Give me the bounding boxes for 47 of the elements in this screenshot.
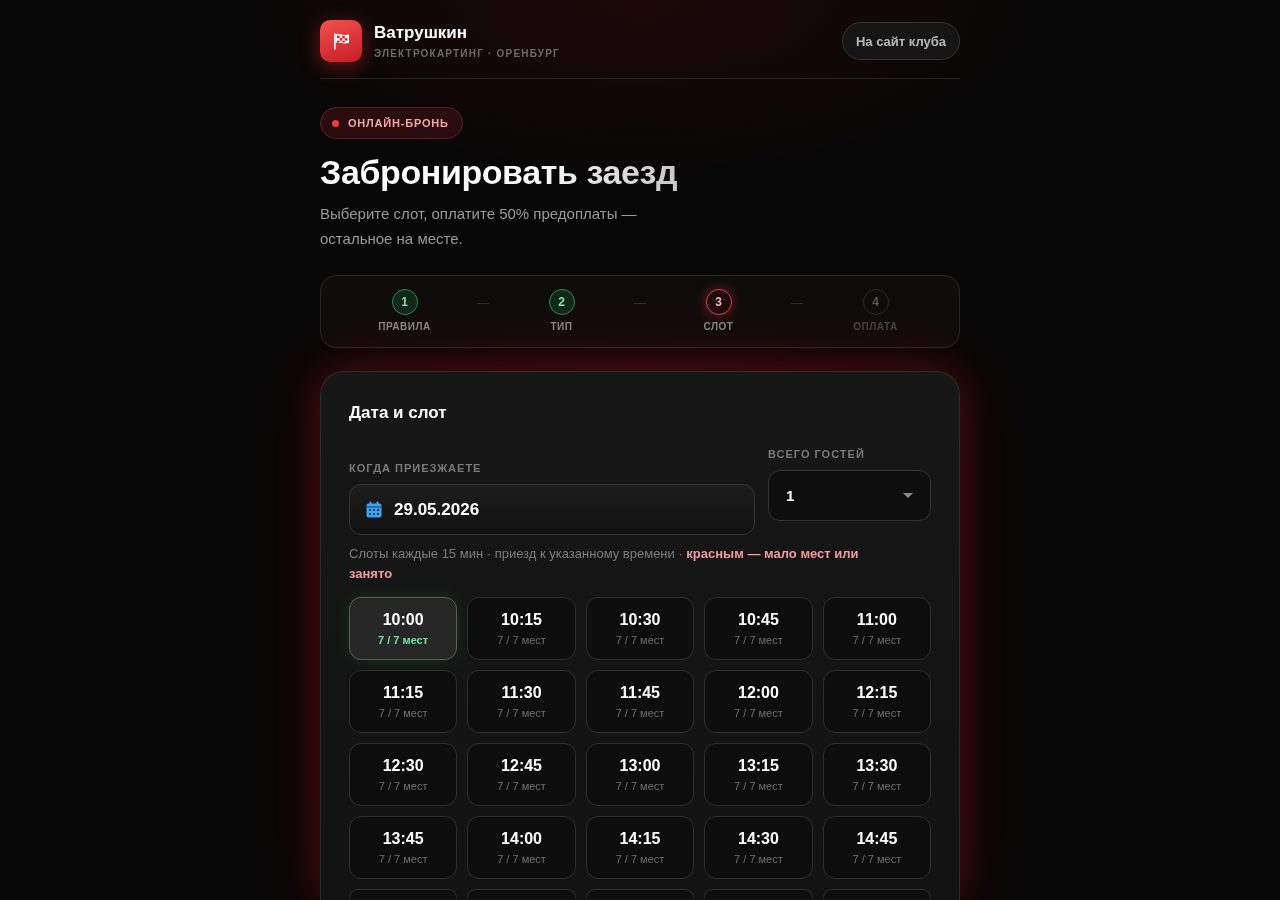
slot-button[interactable]: 13:30 7 / 7 мест bbox=[822, 743, 931, 806]
slot-button[interactable]: 13:45 7 / 7 мест bbox=[349, 816, 458, 879]
step-indicator: 2 bbox=[548, 289, 575, 315]
step-label: СЛОТ bbox=[703, 321, 734, 333]
slot-button[interactable] bbox=[467, 889, 576, 898]
field-label: КОГДА ПРИЕЗЖАЕТЕ bbox=[349, 461, 483, 475]
step-indicator: 1 bbox=[391, 289, 418, 315]
slot-button[interactable]: 10:15 7 / 7 мест bbox=[467, 597, 576, 660]
slot-button[interactable]: 11:00 7 / 7 мест bbox=[822, 597, 931, 660]
slot-button[interactable]: 10:00 7 / 7 мест bbox=[349, 597, 458, 660]
slot-button[interactable]: 12:45 7 / 7 мест bbox=[467, 743, 576, 806]
slot-button[interactable]: 10:45 7 / 7 мест bbox=[704, 597, 813, 660]
step-label: ТИП bbox=[550, 321, 573, 333]
slot-button[interactable]: 14:15 7 / 7 мест bbox=[585, 816, 695, 879]
slot-button[interactable] bbox=[822, 889, 931, 898]
guests-select[interactable]: 1 bbox=[768, 470, 931, 521]
slot-button[interactable]: 11:15 7 / 7 мест bbox=[349, 670, 458, 733]
slot-button[interactable]: 12:00 7 / 7 мест bbox=[704, 670, 813, 733]
date-field[interactable]: 29.05.2026 bbox=[349, 484, 755, 535]
card-heading: Дата и слот bbox=[349, 402, 448, 424]
slot-button[interactable]: 12:30 7 / 7 мест bbox=[349, 743, 458, 806]
badge-label: ОНЛАЙН-БРОНЬ bbox=[348, 117, 449, 129]
dot-icon bbox=[332, 119, 339, 127]
brand-name: Ватрушкин bbox=[374, 22, 469, 43]
field-label: ВСЕГО ГОСТЕЙ bbox=[768, 447, 866, 461]
slot-button[interactable]: 11:45 7 / 7 мест bbox=[585, 670, 695, 733]
slot-button[interactable]: 11:30 7 / 7 мест bbox=[467, 670, 576, 733]
flag-logo-icon bbox=[320, 20, 362, 62]
slots-hint: Слоты каждые 15 мин · приезд к указанному времени · красным — мало мест или занято bbox=[349, 545, 860, 583]
slot-button[interactable]: 10:30 7 / 7 мест bbox=[585, 597, 695, 660]
slot-button[interactable]: 14:00 7 / 7 мест bbox=[467, 816, 576, 879]
slot-button[interactable]: 13:15 7 / 7 мест bbox=[704, 743, 813, 806]
step-label: ОПЛАТА bbox=[853, 321, 898, 333]
step-indicator: 3 bbox=[705, 289, 732, 315]
caret-icon bbox=[903, 493, 913, 498]
calendar-icon bbox=[366, 501, 382, 518]
slot-button[interactable]: 12:15 7 / 7 мест bbox=[822, 670, 931, 733]
club-site-button[interactable]: На сайт клуба bbox=[841, 22, 960, 60]
slot-button[interactable]: 14:45 7 / 7 мест bbox=[822, 816, 931, 879]
step-label: ПРАВИЛА bbox=[378, 321, 431, 333]
slot-button[interactable] bbox=[349, 889, 458, 898]
slot-button[interactable]: 14:30 7 / 7 мест bbox=[704, 816, 813, 879]
page-lead: Выберите слот, оплатите 50% предоплаты — остальное на месте. bbox=[320, 204, 638, 249]
slot-button[interactable] bbox=[704, 889, 813, 898]
slot-button[interactable]: 13:00 7 / 7 мест bbox=[585, 743, 695, 806]
slot-button[interactable] bbox=[585, 889, 695, 898]
brand-subtitle: ЭЛЕКТРОКАРТИНГ · ОРЕНБУРГ bbox=[374, 47, 560, 60]
